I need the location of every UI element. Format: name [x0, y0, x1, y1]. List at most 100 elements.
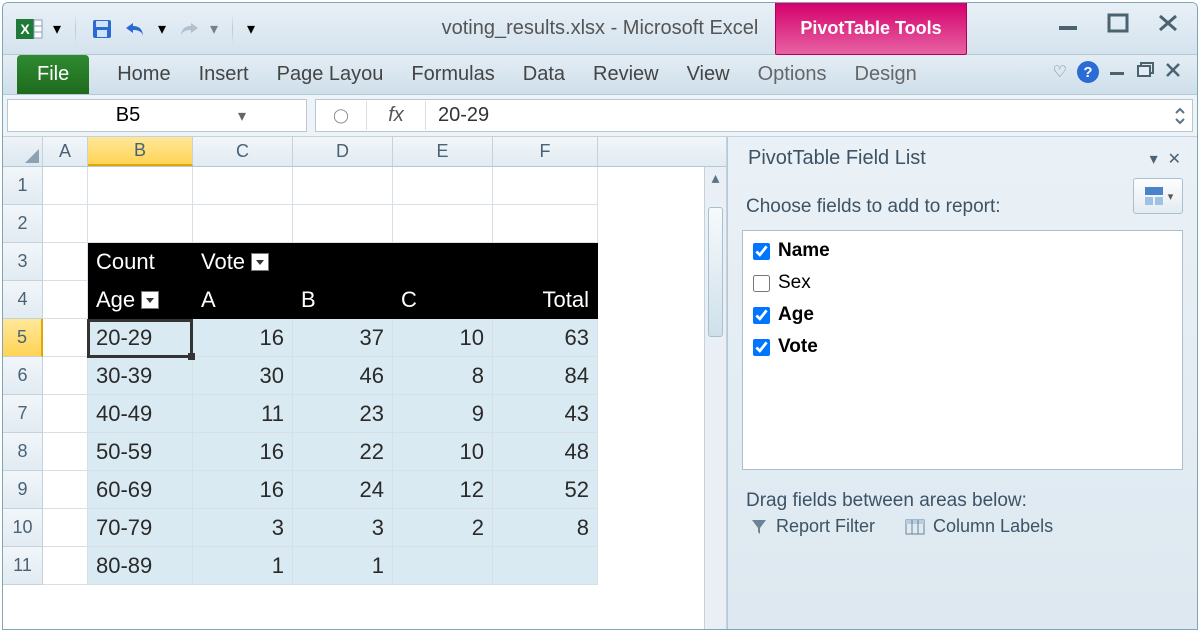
pivot-data-cell[interactable]: 37 [293, 319, 393, 357]
redo-button[interactable] [174, 15, 202, 43]
cell[interactable] [43, 395, 88, 433]
filter-dropdown[interactable] [141, 291, 159, 309]
cell[interactable] [193, 167, 293, 205]
name-box[interactable]: ▾ [7, 99, 307, 132]
pivot-age-cell[interactable]: 20-29 [88, 319, 193, 357]
minimize-button[interactable] [1057, 14, 1079, 32]
col-header-C[interactable]: C [193, 137, 293, 166]
row-header[interactable]: 4 [3, 281, 43, 319]
pivot-data-cell[interactable]: 3 [293, 509, 393, 547]
tab-review[interactable]: Review [579, 55, 673, 94]
formula-input[interactable]: 20-29 [426, 104, 1168, 127]
pivot-data-cell[interactable]: 22 [293, 433, 393, 471]
row-header[interactable]: 10 [3, 509, 43, 547]
pivot-data-cell[interactable]: 8 [393, 357, 493, 395]
undo-button[interactable] [122, 15, 150, 43]
row-header[interactable]: 1 [3, 167, 43, 205]
pivot-data-cell[interactable]: 11 [193, 395, 293, 433]
pivot-total-cell[interactable]: 84 [493, 357, 598, 395]
pivot-data-cell[interactable]: 2 [393, 509, 493, 547]
pivot-count-label[interactable]: Count [88, 243, 193, 281]
file-tab[interactable]: File [17, 55, 89, 94]
cell[interactable] [43, 319, 88, 357]
row-header[interactable]: 2 [3, 205, 43, 243]
row-header[interactable]: 3 [3, 243, 43, 281]
select-all-corner[interactable] [3, 137, 43, 166]
field-item[interactable]: Vote [747, 331, 1178, 363]
name-box-dropdown[interactable]: ▾ [238, 106, 246, 126]
pivot-age-cell[interactable]: 70-79 [88, 509, 193, 547]
col-header-E[interactable]: E [393, 137, 493, 166]
tab-design[interactable]: Design [841, 55, 931, 94]
qat-customize[interactable]: ▾ [245, 19, 257, 39]
field-item[interactable]: Sex [747, 267, 1178, 299]
help-icon[interactable]: ? [1077, 61, 1099, 83]
field-checkbox[interactable] [753, 339, 770, 356]
field-item[interactable]: Name [747, 235, 1178, 267]
cell[interactable] [88, 205, 193, 243]
row-header[interactable]: 9 [3, 471, 43, 509]
vertical-scrollbar[interactable]: ▴ [704, 167, 726, 629]
cell[interactable] [493, 243, 598, 281]
name-box-input[interactable] [18, 104, 238, 127]
pivot-total-cell[interactable]: 8 [493, 509, 598, 547]
tab-page-layout[interactable]: Page Layou [263, 55, 398, 94]
close-button[interactable] [1157, 13, 1179, 33]
maximize-button[interactable] [1107, 13, 1129, 33]
pivot-data-cell[interactable]: 16 [193, 319, 293, 357]
tab-formulas[interactable]: Formulas [397, 55, 508, 94]
cell[interactable] [43, 547, 88, 585]
pivot-col-A[interactable]: A [193, 281, 293, 319]
col-header-B[interactable]: B [88, 137, 193, 166]
filter-dropdown[interactable] [251, 253, 269, 271]
pivot-data-cell[interactable]: 1 [293, 547, 393, 585]
scroll-up-button[interactable]: ▴ [705, 167, 726, 189]
cell[interactable] [293, 205, 393, 243]
field-list-box[interactable]: NameSexAgeVote [742, 230, 1183, 470]
pivot-data-cell[interactable]: 16 [193, 433, 293, 471]
pivot-data-cell[interactable]: 16 [193, 471, 293, 509]
cell[interactable] [43, 433, 88, 471]
cell[interactable] [393, 167, 493, 205]
row-header[interactable]: 5 [3, 319, 43, 357]
area-report-filter[interactable]: Report Filter [750, 516, 875, 537]
cell[interactable] [43, 167, 88, 205]
scroll-thumb[interactable] [708, 207, 723, 337]
save-button[interactable] [88, 15, 116, 43]
col-header-A[interactable]: A [43, 137, 88, 166]
tab-view[interactable]: View [673, 55, 744, 94]
row-header[interactable]: 6 [3, 357, 43, 395]
pivot-col-total[interactable]: Total [493, 281, 598, 319]
pivot-data-cell[interactable] [393, 547, 493, 585]
cell[interactable] [293, 243, 393, 281]
pivot-total-cell[interactable]: 63 [493, 319, 598, 357]
pivot-col-C[interactable]: C [393, 281, 493, 319]
tab-options[interactable]: Options [744, 55, 841, 94]
row-header[interactable]: 11 [3, 547, 43, 585]
pivot-age-cell[interactable]: 50-59 [88, 433, 193, 471]
worksheet-grid[interactable]: A B C D E F 123CountVote 4Age ABCTotal52… [3, 137, 727, 629]
tab-home[interactable]: Home [103, 55, 184, 94]
pivot-age-cell[interactable]: 30-39 [88, 357, 193, 395]
pivot-data-cell[interactable]: 10 [393, 433, 493, 471]
cell[interactable] [293, 167, 393, 205]
cell[interactable] [393, 243, 493, 281]
cell[interactable] [43, 357, 88, 395]
expand-formula-bar[interactable] [1168, 107, 1192, 125]
pivot-age-label[interactable]: Age [88, 281, 193, 319]
ribbon-minimize-icon[interactable]: ♡ [1053, 62, 1067, 82]
pivot-data-cell[interactable]: 9 [393, 395, 493, 433]
area-column-labels[interactable]: Column Labels [905, 516, 1053, 537]
pivot-data-cell[interactable]: 10 [393, 319, 493, 357]
pivot-data-cell[interactable]: 30 [193, 357, 293, 395]
cell[interactable] [193, 205, 293, 243]
cell[interactable] [493, 167, 598, 205]
pivot-age-cell[interactable]: 60-69 [88, 471, 193, 509]
pivot-age-cell[interactable]: 80-89 [88, 547, 193, 585]
cell[interactable] [43, 471, 88, 509]
field-item[interactable]: Age [747, 299, 1178, 331]
pivot-data-cell[interactable]: 46 [293, 357, 393, 395]
col-header-D[interactable]: D [293, 137, 393, 166]
cell[interactable] [88, 167, 193, 205]
undo-dropdown[interactable]: ▾ [156, 19, 168, 39]
